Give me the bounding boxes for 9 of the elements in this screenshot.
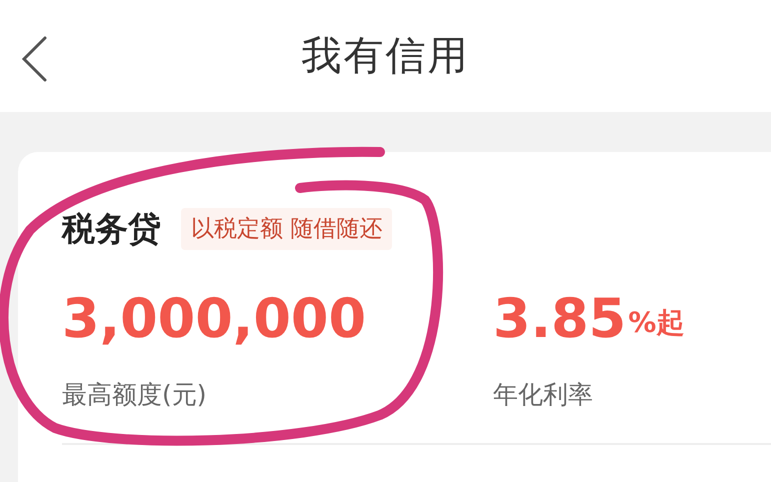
stat-value: 3.85 <box>493 286 626 352</box>
back-icon <box>21 36 47 82</box>
stat-suffix: %起 <box>628 304 684 340</box>
stat-label: 年化利率 <box>493 378 594 410</box>
product-name: 税务贷 <box>62 208 161 250</box>
stat-value: 3,000,000 <box>62 286 366 352</box>
feature-tag: 以税定额 随借随还 <box>181 208 392 250</box>
stat-label: 最高额度(元) <box>62 378 208 410</box>
page-title: 我有信用 <box>302 32 470 81</box>
